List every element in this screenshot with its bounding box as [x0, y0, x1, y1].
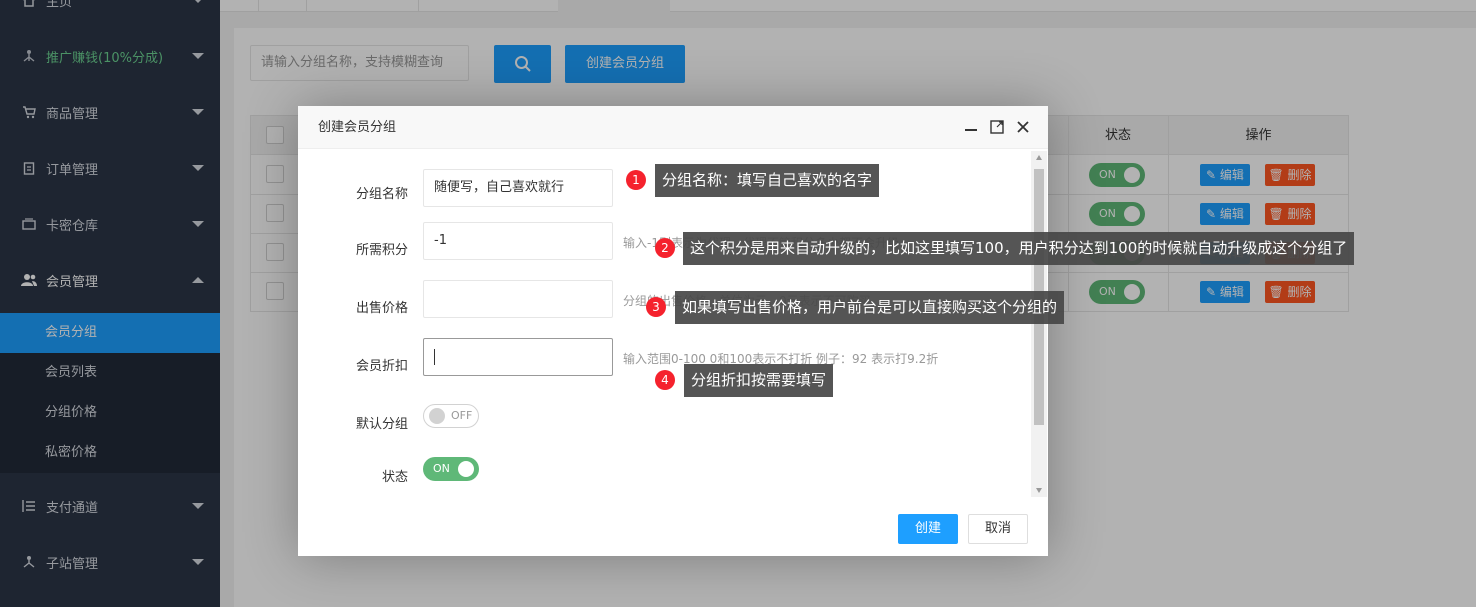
- sale-price-label: 出售价格: [355, 301, 408, 316]
- default-group-switch[interactable]: OFF: [423, 404, 479, 428]
- required-points-label: 所需积分: [355, 243, 408, 258]
- group-name-input[interactable]: 随便写，自己喜欢就行: [423, 169, 613, 207]
- status-switch[interactable]: ON: [423, 457, 479, 481]
- annotation-callout: 这个积分是用来自动升级的，比如这里填写100，用户积分达到100的时候就自动升级…: [683, 232, 1355, 265]
- switch-knob: [458, 461, 474, 477]
- annotation-marker: 4: [655, 370, 675, 390]
- sale-price-input[interactable]: [423, 280, 613, 318]
- dialog-title: 创建会员分组: [318, 120, 397, 135]
- create-button[interactable]: 创建: [898, 514, 958, 544]
- status-label: 状态: [381, 470, 408, 485]
- required-points-input[interactable]: -1: [423, 222, 613, 260]
- close-icon[interactable]: [1014, 118, 1032, 136]
- minimize-icon[interactable]: [962, 118, 980, 136]
- scroll-down-icon[interactable]: [1036, 488, 1042, 493]
- annotation-marker: 2: [655, 238, 675, 258]
- annotation-callout: 分组折扣按需要填写: [684, 364, 834, 397]
- switch-label: ON: [433, 462, 450, 475]
- dialog-header: 创建会员分组: [298, 106, 1048, 149]
- cancel-button[interactable]: 取消: [968, 514, 1028, 544]
- switch-knob: [429, 408, 445, 424]
- maximize-icon[interactable]: [988, 118, 1006, 136]
- annotation-callout: 如果填写出售价格，用户前台是可以直接购买这个分组的: [675, 291, 1065, 324]
- group-name-label: 分组名称: [355, 187, 408, 202]
- text-cursor: [434, 348, 435, 365]
- switch-label: OFF: [451, 409, 473, 422]
- scroll-up-icon[interactable]: [1036, 155, 1042, 160]
- annotation-callout: 分组名称：填写自己喜欢的名字: [655, 164, 880, 197]
- member-discount-label: 会员折扣: [355, 359, 408, 374]
- member-discount-input[interactable]: [423, 338, 613, 376]
- annotation-marker: 1: [626, 170, 646, 190]
- annotation-marker: 3: [646, 297, 666, 317]
- dialog-scrollbar[interactable]: [1031, 151, 1047, 497]
- default-group-label: 默认分组: [355, 417, 408, 432]
